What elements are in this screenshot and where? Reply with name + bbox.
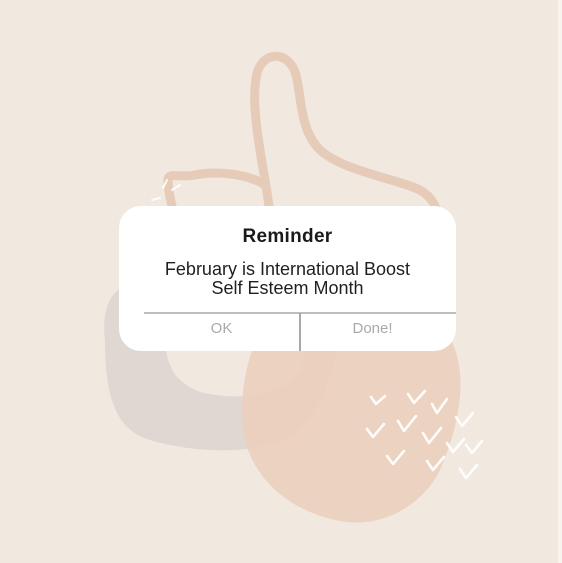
- screen-edge: [558, 0, 562, 563]
- wallpaper-canvas: Reminder February is International Boost…: [0, 0, 562, 563]
- dialog-message-line-2: Self Esteem Month: [211, 278, 364, 298]
- dialog-message-line-1: February is International Boost: [164, 259, 411, 279]
- done-button[interactable]: Done!: [301, 314, 444, 344]
- dialog-message: February is International Boost Self Est…: [139, 260, 436, 298]
- reminder-dialog: Reminder February is International Boost…: [119, 206, 456, 351]
- dialog-title: Reminder: [242, 226, 333, 247]
- ok-button[interactable]: OK: [144, 314, 299, 344]
